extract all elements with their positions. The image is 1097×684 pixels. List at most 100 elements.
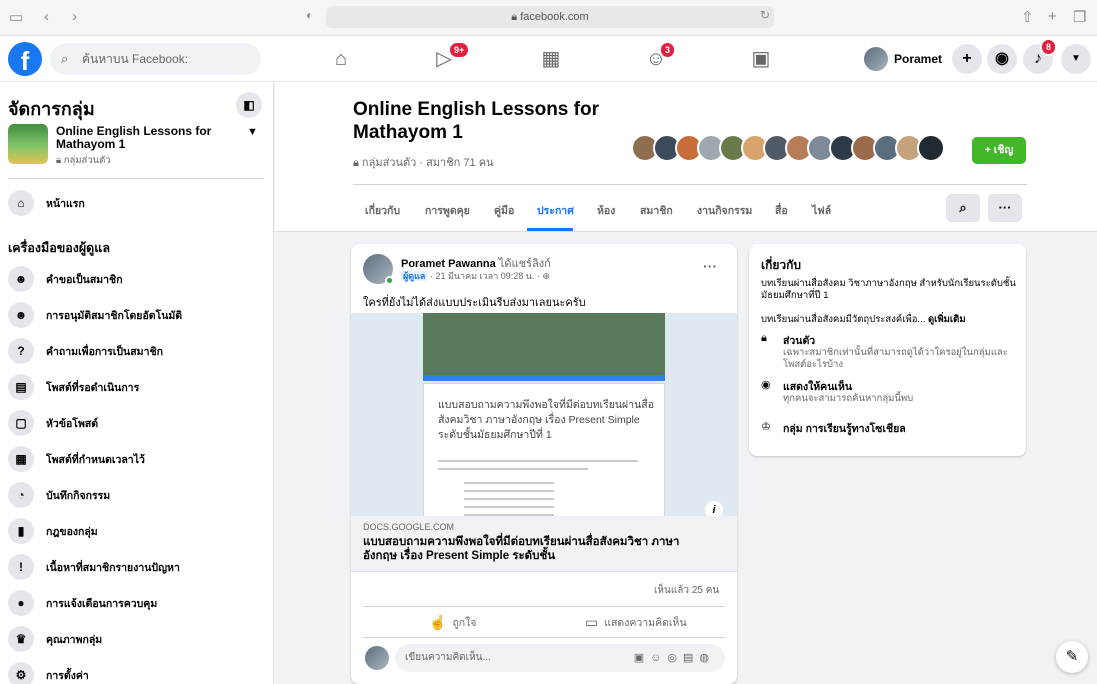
form-text-line bbox=[438, 460, 638, 462]
post-text: ใครที่ยังไม่ได้ส่งแบบประเมินรีบส่งมาเลยน… bbox=[363, 297, 586, 309]
profile-button[interactable]: Poramet bbox=[860, 43, 950, 75]
tab-rooms[interactable]: ห้อง bbox=[597, 202, 615, 219]
forward-icon[interactable]: › bbox=[72, 8, 77, 25]
sidebar-item-post-topics[interactable]: ▢ หัวข้อโพสต์ bbox=[8, 408, 268, 438]
tab-guides[interactable]: คู่มือ bbox=[494, 202, 514, 219]
tab-events[interactable]: งานกิจกรรม bbox=[697, 202, 752, 219]
link-preview-caption[interactable]: DOCS.GOOGLE.COM แบบสอบถามความพึงพอใจที่ม… bbox=[351, 516, 737, 572]
sidebar-collapse-icon[interactable]: ◧ bbox=[236, 92, 262, 118]
auto-approve-icon: ☻ bbox=[8, 302, 34, 328]
tab-media[interactable]: สื่อ bbox=[775, 202, 788, 219]
home-icon: ⌂ bbox=[8, 190, 34, 216]
member-request-icon: ☻ bbox=[8, 266, 34, 292]
reload-icon[interactable]: ↻ bbox=[760, 8, 770, 22]
profile-name: Poramet bbox=[894, 52, 943, 66]
sidebar-item-membership-questions[interactable]: ? คำถามเพื่อการเป็นสมาชิก bbox=[8, 336, 268, 366]
sidebar-item-reported-content[interactable]: ! เนื้อหาที่สมาชิกรายงานปัญหา bbox=[8, 552, 268, 582]
group-privacy: 🔒︎ กลุ่มส่วนตัว bbox=[56, 155, 111, 166]
reported-content-icon: ! bbox=[8, 554, 34, 580]
post-timestamp[interactable]: · 21 มีนาคม เวลา 09:28 น. · bbox=[430, 271, 540, 281]
group-search-icon[interactable]: ⌕ bbox=[946, 194, 980, 222]
sidebar-item-auto-approve[interactable]: ☻ การอนุมัติสมาชิกโดยอัตโนมัติ bbox=[8, 300, 268, 330]
sidebar-toggle-icon[interactable]: ▭ bbox=[9, 8, 23, 26]
privacy-shield-icon[interactable]: ◐ bbox=[306, 8, 313, 22]
share-icon[interactable]: ⇧ bbox=[1021, 8, 1034, 26]
home-icon[interactable]: ⌂ bbox=[325, 45, 357, 73]
active-tab-indicator bbox=[527, 228, 573, 231]
avatar bbox=[365, 646, 389, 670]
group-quality-icon: ♛ bbox=[8, 626, 34, 652]
lock-icon: 🔒︎ bbox=[761, 332, 767, 344]
comment-bubble-icon: ▭ bbox=[585, 614, 599, 630]
sidebar-item-member-requests[interactable]: ☻ คำขอเป็นสมาชิก bbox=[8, 264, 268, 294]
link-preview-image[interactable]: แบบสอบถามความพึงพอใจที่มีต่อบทเรียนผ่านส… bbox=[351, 313, 737, 516]
create-plus-icon[interactable]: + bbox=[952, 44, 982, 74]
marketplace-icon[interactable]: ▦ bbox=[535, 45, 567, 73]
membership-questions-icon: ? bbox=[8, 338, 34, 364]
info-icon[interactable]: i bbox=[705, 501, 723, 516]
group-switcher-chevron-icon[interactable]: ▼ bbox=[247, 126, 258, 138]
groups-badge: 3 bbox=[659, 41, 677, 59]
invite-button[interactable]: + เชิญ bbox=[972, 137, 1026, 164]
watch-badge: 9+ bbox=[448, 41, 471, 59]
form-title: แบบสอบถามความพึงพอใจที่มีต่อบทเรียนผ่านส… bbox=[438, 399, 654, 441]
thumbs-up-icon: ☝ bbox=[429, 614, 447, 630]
browser-toolbar: ▭ ‹ › ◐ 🔒︎ facebook.com ↻ ⇧ + ❐ bbox=[0, 0, 1097, 36]
form-text-line bbox=[438, 468, 588, 470]
search-input[interactable]: ⌕ ค้นหาบน Facebook: bbox=[50, 43, 261, 75]
tab-announcements[interactable]: ประกาศ bbox=[537, 202, 574, 219]
new-tab-icon[interactable]: + bbox=[1048, 8, 1057, 25]
sidebar-item-settings[interactable]: ⚙ การตั้งค่า bbox=[8, 660, 268, 684]
tab-members[interactable]: สมาชิก bbox=[640, 202, 673, 219]
group-name[interactable]: Online English Lessons for Mathayom 1 bbox=[56, 125, 226, 151]
notifications-badge: 8 bbox=[1040, 38, 1058, 56]
search-placeholder: ค้นหาบน Facebook: bbox=[82, 52, 189, 66]
form-text-line bbox=[464, 490, 554, 492]
post-options-button[interactable]: ··· bbox=[703, 258, 717, 274]
tab-about[interactable]: เกี่ยวกับ bbox=[365, 202, 400, 219]
sidebar-item-pending-posts[interactable]: ▤ โพสต์ที่รอดำเนินการ bbox=[8, 372, 268, 402]
moderation-alerts-icon: ● bbox=[8, 590, 34, 616]
account-menu-chevron-icon[interactable]: ▼ bbox=[1061, 44, 1091, 74]
sidebar-item-home[interactable]: ⌂ หน้าแรก bbox=[8, 188, 268, 218]
about-title: เกี่ยวกับ bbox=[761, 258, 802, 272]
tab-files[interactable]: ไฟล์ bbox=[812, 202, 831, 219]
group-cover-thumbnail[interactable] bbox=[8, 124, 48, 164]
form-text-line bbox=[464, 482, 554, 484]
gaming-icon[interactable]: ▣ bbox=[745, 45, 777, 73]
see-more-link[interactable]: ดูเพิ่มเติม bbox=[928, 314, 966, 325]
new-message-compose-icon[interactable]: ✎ bbox=[1056, 641, 1088, 673]
comment-placeholder: เขียนความคิดเห็น... bbox=[405, 652, 491, 663]
seen-count[interactable]: เห็นแล้ว 25 คน bbox=[654, 583, 719, 598]
facebook-logo-icon[interactable]: f bbox=[8, 42, 42, 76]
post-topics-icon: ▢ bbox=[8, 410, 34, 436]
settings-icon: ⚙ bbox=[8, 662, 34, 684]
address-bar[interactable]: 🔒︎ facebook.com bbox=[326, 6, 774, 28]
sidebar-item-scheduled-posts[interactable]: ▦ โพสต์ที่กำหนดเวลาไว้ bbox=[8, 444, 268, 474]
comment-button[interactable]: ▭ แสดงความคิดเห็น bbox=[585, 614, 687, 631]
about-purpose: บทเรียนผ่านสื่อสังคมมีวัตถุประสงค์เพื่อ.… bbox=[761, 314, 966, 325]
about-description: บทเรียนผ่านสื่อสังคม วิชาภาษาอังกฤษ สำหร… bbox=[761, 278, 1016, 301]
form-preview: แบบสอบถามความพึงพอใจที่มีต่อบทเรียนผ่านส… bbox=[423, 383, 665, 516]
divider bbox=[363, 637, 725, 638]
page-title[interactable]: Online English Lessons for Mathayom 1 bbox=[353, 98, 633, 144]
admin-role-badge: ผู้ดูแล bbox=[401, 271, 428, 281]
sidebar-item-activity-log[interactable]: ◔ บันทึกกิจกรรม bbox=[8, 480, 268, 510]
comment-input[interactable]: เขียนความคิดเห็น... ▣☺◎▤◍ bbox=[395, 644, 725, 672]
messenger-icon[interactable]: ◉ bbox=[987, 44, 1017, 74]
sidebar-title: จัดการกลุ่ม bbox=[8, 99, 95, 119]
admin-tools-heading: เครื่องมือของผู้ดูแล bbox=[8, 241, 111, 255]
back-icon[interactable]: ‹ bbox=[44, 8, 49, 25]
eye-icon: ◉ bbox=[761, 379, 771, 391]
sidebar-item-group-quality[interactable]: ♛ คุณภาพกลุ่ม bbox=[8, 624, 268, 654]
more-options-button[interactable]: ··· bbox=[988, 194, 1022, 222]
activity-log-icon: ◔ bbox=[8, 482, 34, 508]
scheduled-posts-icon: ▦ bbox=[8, 446, 34, 472]
tabs-overview-icon[interactable]: ❐ bbox=[1073, 8, 1086, 26]
tab-discussion[interactable]: การพูดคุย bbox=[425, 202, 470, 219]
comment-attachment-icons[interactable]: ▣☺◎▤◍ bbox=[634, 644, 715, 672]
sidebar-item-moderation-alerts[interactable]: ● การแจ้งเตือนการควบคุม bbox=[8, 588, 268, 618]
like-button[interactable]: ☝ ถูกใจ bbox=[429, 614, 476, 631]
post-meta: ผู้ดูแล · 21 มีนาคม เวลา 09:28 น. · ⊕ bbox=[401, 269, 550, 283]
sidebar-item-group-rules[interactable]: ▮ กฎของกลุ่ม bbox=[8, 516, 268, 546]
